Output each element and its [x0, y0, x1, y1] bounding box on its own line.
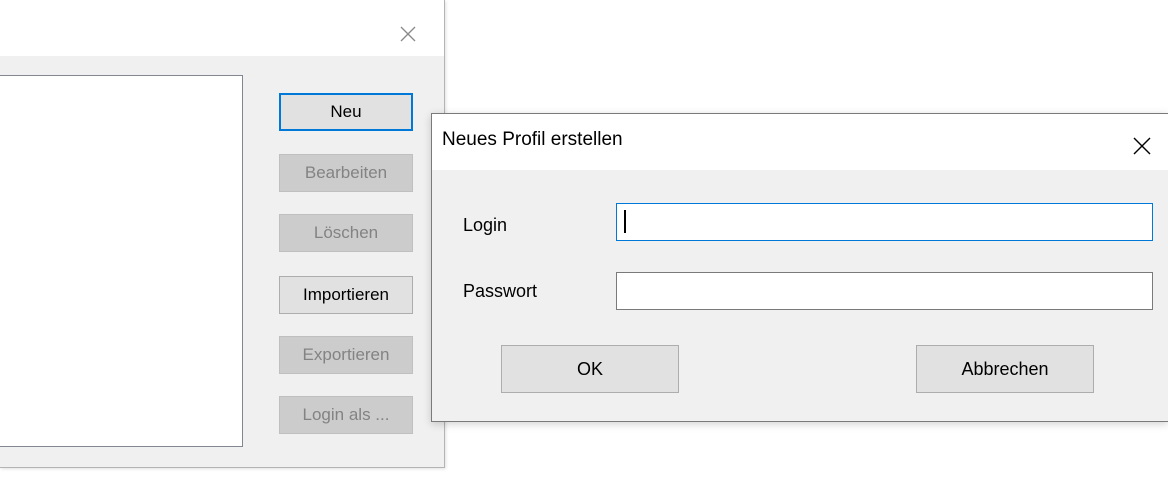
close-icon[interactable] [388, 14, 428, 54]
close-icon-glyph [1133, 137, 1151, 155]
close-icon-glyph [400, 26, 416, 42]
profile-manager-titlebar [0, 0, 444, 56]
delete-profile-button[interactable]: Löschen [279, 214, 413, 252]
dialog-titlebar: Neues Profil erstellen [432, 114, 1168, 170]
login-as-button[interactable]: Login als ... [279, 396, 413, 434]
cancel-button[interactable]: Abbrechen [916, 345, 1094, 393]
edit-profile-button[interactable]: Bearbeiten [279, 154, 413, 192]
profile-list[interactable] [0, 75, 243, 447]
password-label: Passwort [463, 281, 538, 301]
export-profile-button[interactable]: Exportieren [279, 336, 413, 374]
login-input[interactable] [616, 203, 1153, 241]
profile-manager-window: Neu Bearbeiten Löschen Importieren Expor… [0, 0, 445, 468]
password-input[interactable] [616, 272, 1153, 310]
desktop-stage: Neu Bearbeiten Löschen Importieren Expor… [0, 0, 1168, 483]
ok-button[interactable]: OK [501, 345, 679, 393]
text-caret [624, 210, 626, 233]
import-profile-button[interactable]: Importieren [279, 276, 413, 314]
dialog-title: Neues Profil erstellen [442, 129, 623, 150]
new-profile-button[interactable]: Neu [279, 93, 413, 131]
login-label: Login [463, 215, 508, 235]
close-icon[interactable] [1122, 126, 1162, 166]
new-profile-dialog: Neues Profil erstellen Login Passwort OK… [431, 113, 1168, 422]
